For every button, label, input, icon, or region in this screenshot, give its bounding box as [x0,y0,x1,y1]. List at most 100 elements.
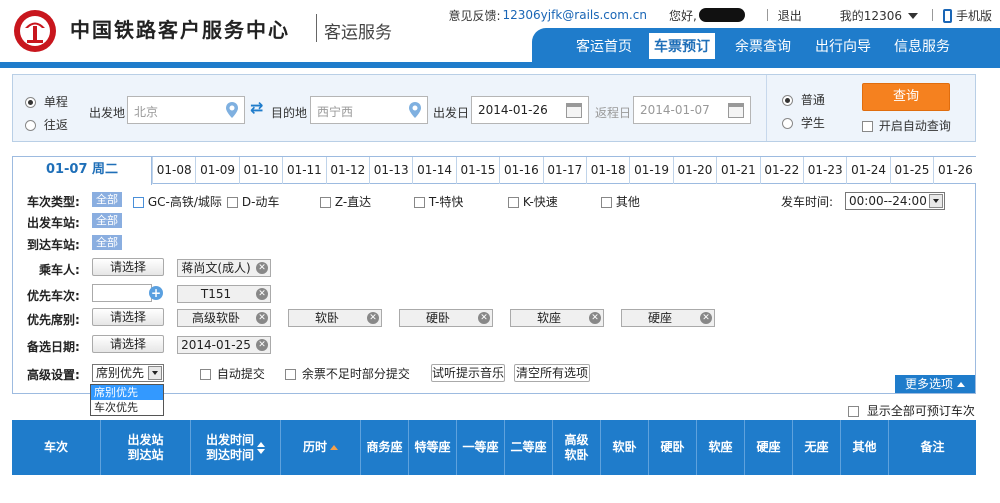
to-station-all-badge[interactable]: 全部 [92,235,122,250]
priority-train-input[interactable] [92,284,152,302]
nav-item-ticket-booking[interactable]: 车票预订 [649,33,715,59]
seat-chip: 高级软卧 ✕ [177,309,271,327]
date-tab[interactable]: 01-22 [759,157,803,184]
auto-submit-checkbox[interactable]: 自动提交 [200,365,265,382]
col-duration[interactable]: 历时 [280,420,360,475]
col-train[interactable]: 车次 [12,420,100,475]
advanced-priority-select[interactable]: 席别优先 [92,364,164,382]
logout-link[interactable]: 退出 [778,7,802,24]
brand-subtitle: 客运服务 [324,23,392,43]
auto-query-label: 开启自动查询 [878,119,951,133]
date-tab[interactable]: 01-26 [933,157,976,184]
close-icon[interactable]: ✕ [478,312,490,324]
radio-round-trip[interactable]: 往返 [25,116,68,133]
add-train-icon[interactable]: + [149,286,163,300]
my-account-link[interactable]: 我的12306 [840,7,918,24]
backup-date-label: 备选日期: [27,340,80,354]
train-type-d[interactable]: D-动车 [227,193,279,210]
date-tab[interactable]: 01-15 [455,157,499,184]
train-type-gc[interactable]: GC-高铁/城际 [133,193,222,210]
nav-item-info-service[interactable]: 信息服务 [894,36,950,56]
dropdown-option-train-priority[interactable]: 车次优先 [91,400,163,415]
normal-passenger-label: 普通 [800,93,825,107]
date-tab[interactable]: 01-25 [889,157,933,184]
from-station-all-badge[interactable]: 全部 [92,213,122,228]
col-stations[interactable]: 出发站 到达站 [100,420,190,475]
date-tab[interactable]: 01-23 [803,157,846,184]
nav-item-home[interactable]: 客运首页 [576,36,632,56]
date-tabs: 01-07 周二 01-08 01-09 01-10 01-11 01-12 01-13 0… [12,156,976,185]
date-tab[interactable]: 01-08 [152,157,195,184]
depart-time-select[interactable]: 00:00--24:00 [845,192,945,210]
col-note-label: 备注 [920,440,945,454]
date-tab[interactable]: 01-20 [672,157,716,184]
return-date-input[interactable]: 2014-01-07 [633,96,751,124]
choose-backup-date-button[interactable]: 请选择 [92,335,164,353]
train-type-all-badge[interactable]: 全部 [92,192,122,207]
passenger-label: 乘车人: [39,263,80,277]
close-icon[interactable]: ✕ [700,312,712,324]
date-tab-active[interactable]: 01-07 周二 [12,156,152,185]
col-soft-sleeper-label: 软卧 [612,440,637,454]
nav-item-remaining-tickets[interactable]: 余票查询 [735,36,791,56]
radio-icon [782,118,793,129]
radio-student-passenger[interactable]: 学生 [782,114,825,131]
to-station-filter-label: 到达车站: [27,238,80,252]
date-tab[interactable]: 01-11 [282,157,325,184]
train-type-gc-label: GC-高铁/城际 [147,195,222,209]
col-soft-seat-label: 软座 [708,440,733,454]
auto-query-checkbox[interactable]: 开启自动查询 [862,117,951,134]
checkbox-icon [285,369,296,380]
advanced-priority-dropdown: 席别优先 车次优先 [90,384,164,416]
location-pin-icon [226,102,238,118]
radio-one-way[interactable]: 单程 [25,93,68,110]
checkbox-icon [227,197,238,208]
train-type-t[interactable]: T-特快 [414,193,463,210]
date-tab[interactable]: 01-19 [629,157,672,184]
partial-submit-checkbox[interactable]: 余票不足时部分提交 [285,365,410,382]
train-type-other[interactable]: 其他 [601,193,640,210]
close-icon[interactable]: ✕ [256,288,268,300]
close-icon[interactable]: ✕ [589,312,601,324]
date-tab[interactable]: 01-17 [542,157,586,184]
preview-music-button[interactable]: 试听提示音乐 [431,364,505,382]
close-icon[interactable]: ✕ [256,312,268,324]
date-tab[interactable]: 01-24 [846,157,889,184]
checkbox-icon [848,406,859,417]
show-all-checkbox[interactable]: 显示全部可预订车次 [848,402,975,419]
date-tab[interactable]: 01-16 [499,157,542,184]
date-tab[interactable]: 01-14 [412,157,455,184]
to-station-input[interactable]: 西宁西 [310,96,428,124]
query-button[interactable]: 查询 [862,83,950,111]
date-tab[interactable]: 01-21 [716,157,759,184]
feedback-email-link[interactable]: 12306yjfk@rails.com.cn [503,8,647,22]
date-tab[interactable]: 01-12 [325,157,369,184]
date-tab[interactable]: 01-10 [238,157,282,184]
seat-chip-label: 高级软卧 [191,311,240,325]
close-icon[interactable]: ✕ [256,262,268,274]
railway-logo-icon[interactable] [12,8,58,54]
chevron-down-icon [907,13,918,19]
col-business-label: 商务座 [366,440,403,454]
close-icon[interactable]: ✕ [256,339,268,351]
show-all-label: 显示全部可预订车次 [866,404,975,418]
train-type-z[interactable]: Z-直达 [320,193,371,210]
date-tab[interactable]: 01-13 [369,157,412,184]
swap-stations-icon[interactable]: ⇄ [250,98,263,117]
partial-submit-label: 余票不足时部分提交 [301,367,410,381]
col-times[interactable]: 出发时间 到达时间 [190,420,280,475]
more-options-button[interactable]: 更多选项 [895,375,975,393]
date-tab[interactable]: 01-09 [195,157,238,184]
choose-seat-button[interactable]: 请选择 [92,308,164,326]
clear-all-button[interactable]: 清空所有选项 [514,364,590,382]
from-station-input[interactable]: 北京 [127,96,245,124]
choose-passenger-button[interactable]: 请选择 [92,258,164,276]
nav-item-travel-guide[interactable]: 出行向导 [815,36,871,56]
train-type-k[interactable]: K-快速 [508,193,558,210]
close-icon[interactable]: ✕ [367,312,379,324]
radio-normal-passenger[interactable]: 普通 [782,91,825,108]
mobile-version-link[interactable]: 手机版 [942,7,992,24]
date-tab[interactable]: 01-18 [586,157,629,184]
depart-date-input[interactable]: 2014-01-26 [471,96,589,124]
dropdown-option-seat-priority[interactable]: 席别优先 [91,385,163,400]
